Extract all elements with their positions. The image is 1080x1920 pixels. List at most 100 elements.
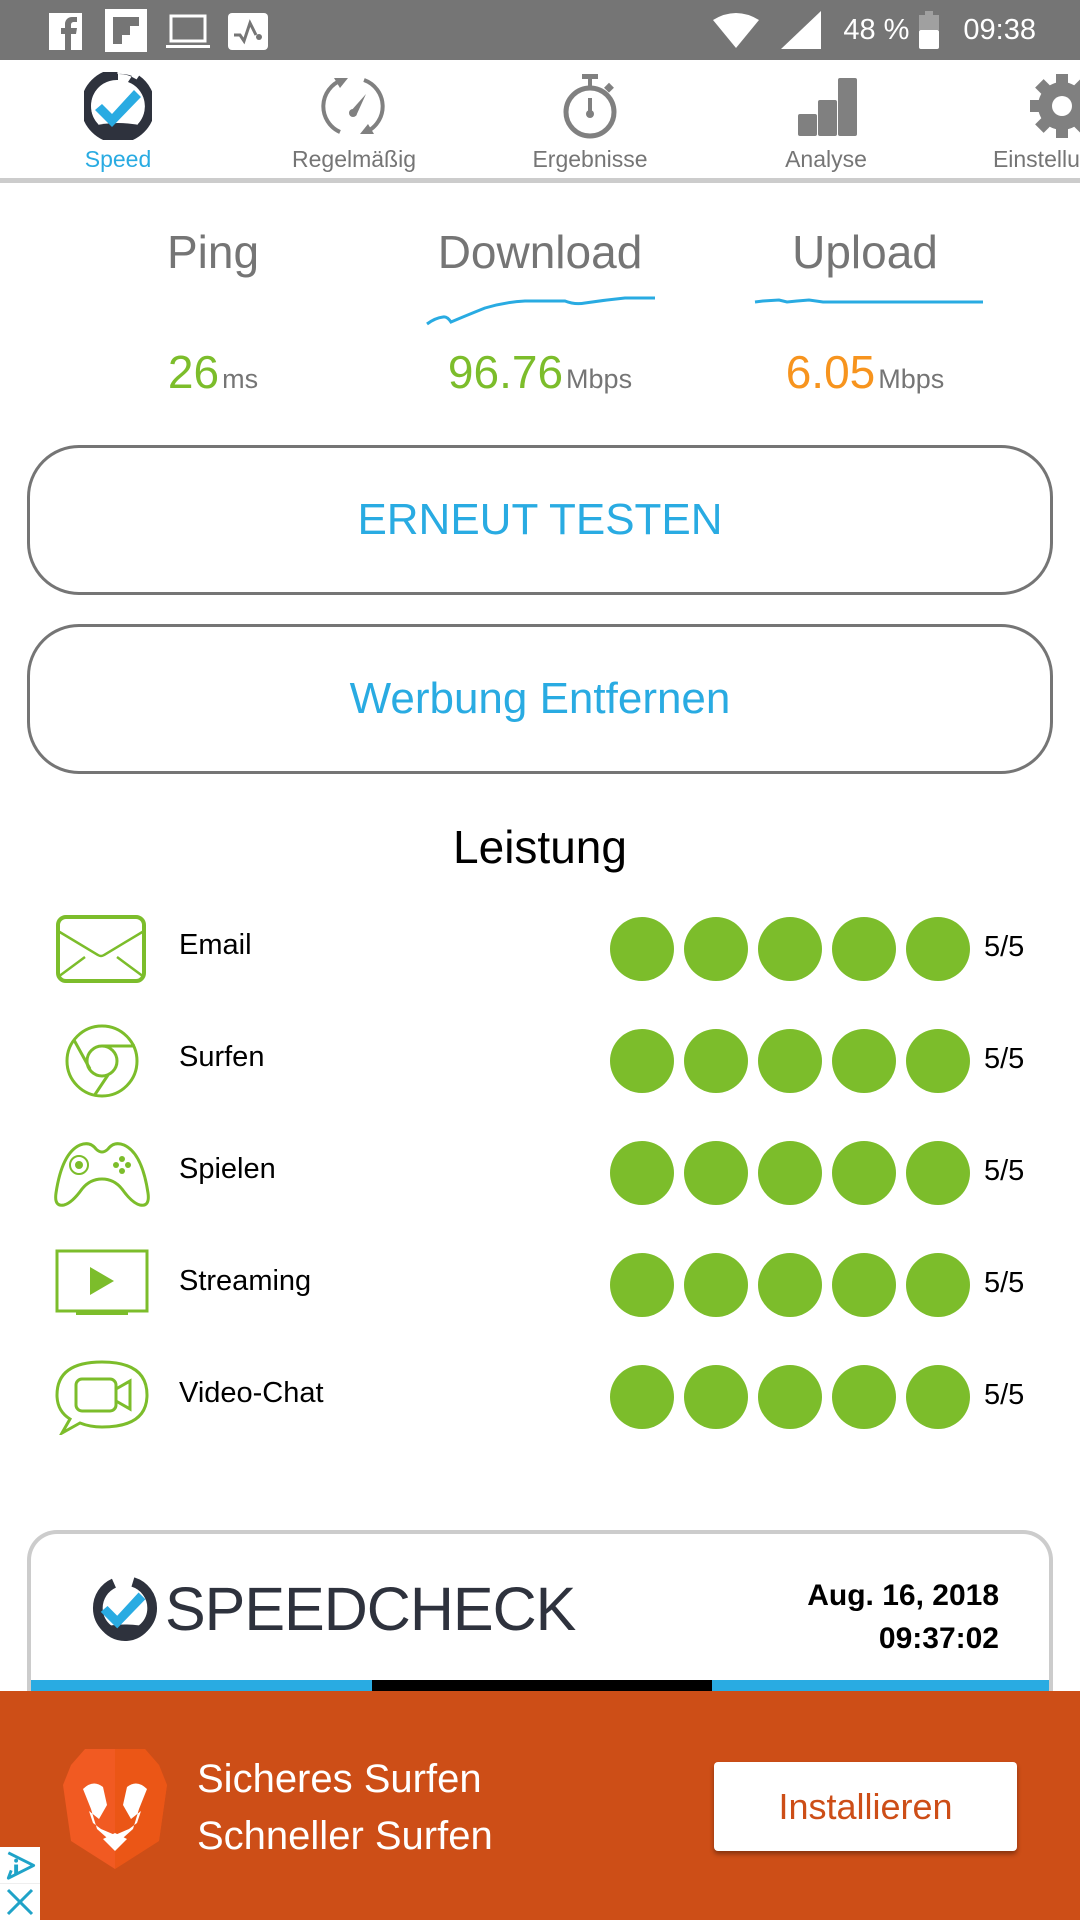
performance-label: Email	[179, 929, 252, 961]
rating-dot-filled	[832, 1141, 896, 1205]
bar-chart-icon	[798, 78, 857, 136]
tab-ergebnisse-label: Ergebnisse	[532, 146, 648, 172]
rating-dot-filled	[906, 917, 970, 981]
facebook-icon	[49, 13, 82, 50]
rating-dot-filled	[906, 1141, 970, 1205]
performance-label: Spielen	[179, 1153, 276, 1185]
ping-value: 26 ms	[63, 345, 363, 399]
rating-dot-filled	[906, 1029, 970, 1093]
performance-row-surfen: Surfen 5/5	[0, 1011, 1080, 1111]
rating-dot-filled	[610, 917, 674, 981]
rating-dots	[610, 917, 970, 981]
ad-copy: Sicheres Surfen Schneller Surfen	[197, 1751, 493, 1865]
rating-dot-filled	[832, 1365, 896, 1429]
battery-percentage: 48 %	[843, 13, 910, 46]
performance-row-spielen: Spielen 5/5	[0, 1123, 1080, 1223]
tab-regelmassig[interactable]: Regelmäßig	[236, 60, 472, 178]
rating-dot-filled	[684, 917, 748, 981]
rating-dot-filled	[684, 1365, 748, 1429]
ad-line-1: Sicheres Surfen	[197, 1757, 482, 1801]
score-text: 5/5	[984, 1379, 1025, 1411]
speedcheck-logo-icon	[92, 1575, 158, 1641]
rating-dot-filled	[832, 1029, 896, 1093]
tab-analyse-label: Analyse	[785, 146, 867, 172]
remove-ads-button[interactable]: Werbung Entfernen	[27, 624, 1053, 774]
upload-title: Upload	[792, 226, 938, 278]
upload-unit: Mbps	[878, 364, 945, 394]
download-title: Download	[437, 226, 643, 278]
ping-number: 26	[167, 346, 220, 398]
rating-dot-filled	[610, 1365, 674, 1429]
activity-icon	[228, 13, 268, 50]
rating-dots	[610, 1029, 970, 1093]
tab-ergebnisse[interactable]: Ergebnisse	[472, 60, 708, 178]
tab-einstellungen[interactable]: Einstellungen	[944, 60, 1080, 178]
rating-dot-filled	[610, 1029, 674, 1093]
performance-title: Leistung	[453, 821, 627, 873]
rating-dot-filled	[684, 1029, 748, 1093]
browser-icon	[65, 1024, 139, 1098]
tab-bar-divider	[0, 178, 1080, 183]
rating-dot-filled	[906, 1365, 970, 1429]
rating-dot-filled	[758, 1365, 822, 1429]
performance-row-streaming: Streaming 5/5	[0, 1235, 1080, 1335]
upload-number: 6.05	[785, 346, 876, 398]
result-date: Aug. 16, 2018	[807, 1579, 999, 1612]
rating-dot-filled	[610, 1253, 674, 1317]
rating-dot-filled	[832, 1253, 896, 1317]
tab-speed[interactable]: Speed	[0, 60, 236, 178]
close-ad-icon[interactable]	[0, 1884, 40, 1920]
rating-dot-filled	[684, 1141, 748, 1205]
rating-dot-filled	[832, 917, 896, 981]
video-chat-icon	[55, 1360, 149, 1435]
status-bar: 48 % 09:38	[0, 0, 1080, 60]
stopwatch-icon	[563, 74, 617, 139]
download-sparkline	[426, 296, 655, 326]
install-button[interactable]: Installieren	[714, 1762, 1017, 1851]
rating-dot-filled	[906, 1253, 970, 1317]
tab-analyse[interactable]: Analyse	[708, 60, 944, 178]
flipboard-icon	[105, 9, 147, 52]
rating-dot-filled	[610, 1141, 674, 1205]
performance-label: Video-Chat	[179, 1377, 324, 1409]
ad-line-2: Schneller Surfen	[197, 1814, 493, 1858]
recurring-gauge-icon	[321, 78, 385, 134]
wifi-icon	[713, 13, 760, 48]
performance-row-video-chat: Video-Chat 5/5	[0, 1347, 1080, 1447]
tab-bar: Speed Regelmäßig Ergebnisse Analyse Eins…	[0, 60, 1080, 178]
result-timestamp: Aug. 16, 2018 09:37:02	[807, 1574, 999, 1660]
rating-dot-filled	[758, 1029, 822, 1093]
download-value: 96.76 Mbps	[390, 345, 690, 399]
tv-play-icon	[55, 1249, 149, 1315]
tab-speed-label: Speed	[84, 146, 152, 172]
rating-dot-filled	[758, 1253, 822, 1317]
gear-icon	[1030, 74, 1080, 138]
adchoices	[0, 1847, 40, 1920]
performance-row-email: Email 5/5	[0, 899, 1080, 999]
download-unit: Mbps	[566, 364, 633, 394]
rating-dots	[610, 1253, 970, 1317]
laptop-icon	[166, 14, 210, 48]
adchoices-icon[interactable]	[0, 1847, 40, 1884]
ad-banner[interactable]: Sicheres Surfen Schneller Surfen Install…	[0, 1691, 1080, 1920]
rating-dot-filled	[758, 917, 822, 981]
rating-dot-filled	[758, 1141, 822, 1205]
retest-button[interactable]: ERNEUT TESTEN	[27, 445, 1053, 595]
upload-sparkline	[754, 298, 983, 304]
speed-check-icon	[84, 72, 152, 140]
upload-value: 6.05 Mbps	[715, 345, 1015, 399]
rating-dots	[610, 1141, 970, 1205]
rating-dot-filled	[684, 1253, 748, 1317]
performance-label: Streaming	[179, 1265, 312, 1297]
ping-unit: ms	[222, 364, 259, 394]
brave-lion-icon	[63, 1749, 167, 1869]
ping-title: Ping	[166, 226, 260, 278]
tab-einstellungen-label: Einstellungen	[992, 146, 1080, 172]
email-icon	[56, 915, 146, 983]
clock: 09:38	[963, 13, 1036, 46]
score-text: 5/5	[984, 931, 1025, 963]
score-text: 5/5	[984, 1267, 1025, 1299]
gamepad-icon	[54, 1142, 150, 1207]
performance-label: Surfen	[179, 1041, 265, 1073]
result-time: 09:37:02	[878, 1622, 999, 1655]
